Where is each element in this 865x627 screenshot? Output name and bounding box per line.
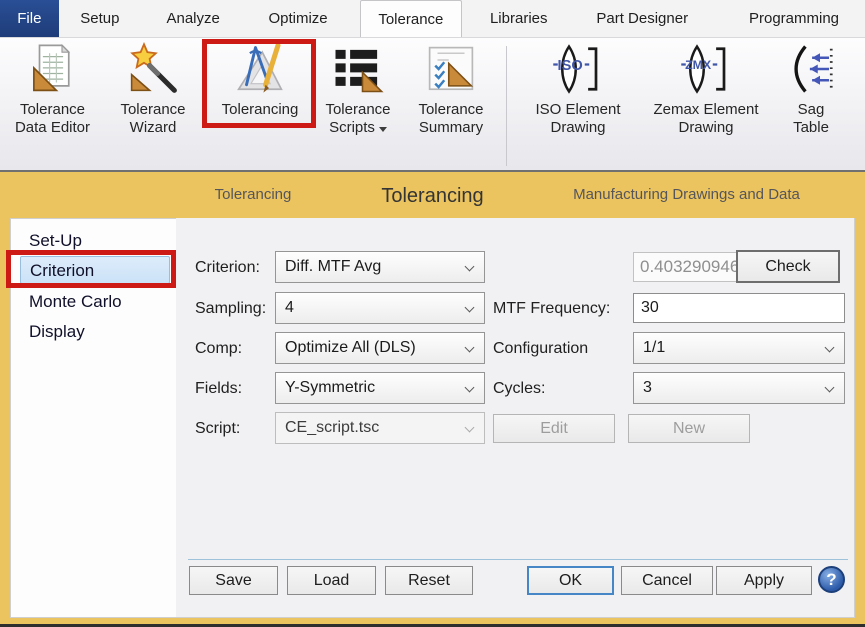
- comp-label: Comp:: [195, 340, 242, 358]
- chevron-down-icon: [825, 343, 835, 353]
- tab-optimize[interactable]: Optimize: [256, 0, 339, 37]
- ribbon-button-label: Drawing: [678, 119, 733, 137]
- load-button[interactable]: Load: [287, 566, 376, 595]
- mtf-frequency-input[interactable]: [633, 293, 845, 323]
- reset-button[interactable]: Reset: [385, 566, 473, 595]
- tolerance-scripts-icon: [331, 42, 385, 101]
- help-button[interactable]: ?: [818, 566, 845, 593]
- dialog-title: Tolerancing: [0, 172, 865, 218]
- tolerance-summary-icon: [424, 42, 478, 101]
- ribbon: Tolerance Data Editor Tolerance Wizard: [0, 38, 865, 172]
- sampling-label: Sampling:: [195, 300, 266, 318]
- ribbon-button-label: Tolerance: [20, 101, 85, 119]
- apply-button[interactable]: Apply: [716, 566, 812, 595]
- annotation-box-tolerancing: [202, 39, 316, 128]
- script-dropdown[interactable]: CE_script.tsc: [275, 412, 485, 444]
- tab-programming[interactable]: Programming: [723, 0, 865, 37]
- scripts-dropdown-arrow-icon: [379, 127, 387, 132]
- check-button[interactable]: Check: [736, 250, 840, 283]
- tab-setup[interactable]: Setup: [67, 0, 133, 37]
- configuration-label: Configuration: [493, 340, 588, 358]
- annotation-box-criterion: [6, 250, 176, 288]
- save-button[interactable]: Save: [189, 566, 278, 595]
- ribbon-button-label: Sag: [798, 101, 825, 119]
- chevron-down-icon: [465, 383, 475, 393]
- ribbon-button-label: Drawing: [550, 119, 605, 137]
- mtf-frequency-label: MTF Frequency:: [493, 300, 610, 318]
- comp-dropdown[interactable]: Optimize All (DLS): [275, 332, 485, 364]
- ribbon-button-label: Tolerance: [120, 101, 185, 119]
- ribbon-button-label: Tolerance: [325, 101, 390, 119]
- tab-analyze[interactable]: Analyze: [153, 0, 233, 37]
- cycles-dropdown[interactable]: 3: [633, 372, 845, 404]
- tolerance-wizard-icon: [126, 42, 180, 101]
- ribbon-button-label: Data Editor: [15, 119, 90, 137]
- chevron-down-icon: [465, 303, 475, 313]
- tab-libraries[interactable]: Libraries: [478, 0, 559, 37]
- ribbon-tab-bar: File Setup Analyze Optimize Tolerance Li…: [0, 0, 865, 38]
- iso-element-drawing-button[interactable]: ISO ISO Element Drawing: [512, 42, 644, 154]
- ribbon-group-separator: [506, 46, 507, 166]
- tolerance-data-editor-button[interactable]: Tolerance Data Editor: [2, 42, 103, 154]
- configuration-dropdown[interactable]: 1/1: [633, 332, 845, 364]
- ribbon-button-label: Table: [793, 119, 829, 137]
- cancel-button[interactable]: Cancel: [621, 566, 713, 595]
- tolerance-scripts-button[interactable]: Tolerance Scripts: [316, 42, 400, 154]
- tab-tolerance[interactable]: Tolerance: [360, 0, 462, 37]
- iso-element-drawing-icon: ISO: [551, 42, 605, 101]
- chevron-down-icon: [825, 383, 835, 393]
- new-button[interactable]: New: [628, 414, 750, 443]
- ok-button[interactable]: OK: [527, 566, 614, 595]
- chevron-down-icon: [465, 423, 475, 433]
- ribbon-button-label: Zemax Element: [653, 101, 758, 119]
- criterion-label: Criterion:: [195, 259, 260, 277]
- tolerance-summary-button[interactable]: Tolerance Summary: [400, 42, 502, 154]
- ribbon-button-label: Scripts: [329, 119, 387, 137]
- tolerance-wizard-button[interactable]: Tolerance Wizard: [104, 42, 202, 154]
- script-label: Script:: [195, 420, 240, 438]
- cycles-label: Cycles:: [493, 380, 545, 398]
- tolerance-data-editor-icon: [26, 42, 80, 101]
- ribbon-button-label: Tolerance: [418, 101, 483, 119]
- chevron-down-icon: [465, 343, 475, 353]
- ribbon-button-label: ISO Element: [535, 101, 620, 119]
- tab-part-designer[interactable]: Part Designer: [585, 0, 699, 37]
- sidebar-item-display[interactable]: Display: [20, 318, 170, 346]
- zemax-element-drawing-button[interactable]: ZMX Zemax Element Drawing: [644, 42, 768, 154]
- svg-text:ZMX: ZMX: [685, 58, 712, 72]
- fields-label: Fields:: [195, 380, 242, 398]
- ribbon-button-label: Summary: [419, 119, 483, 137]
- criterion-dropdown[interactable]: Diff. MTF Avg: [275, 251, 485, 283]
- footer-separator: [188, 559, 848, 560]
- fields-dropdown[interactable]: Y-Symmetric: [275, 372, 485, 404]
- sampling-dropdown[interactable]: 4: [275, 292, 485, 324]
- sag-table-button[interactable]: Sag Table: [772, 42, 850, 154]
- edit-button[interactable]: Edit: [493, 414, 615, 443]
- chevron-down-icon: [465, 262, 475, 272]
- svg-text:ISO: ISO: [558, 58, 583, 74]
- sidebar-item-monte-carlo[interactable]: Monte Carlo: [20, 288, 170, 316]
- tab-file[interactable]: File: [0, 0, 59, 37]
- zemax-element-drawing-icon: ZMX: [679, 42, 733, 101]
- ribbon-button-label: Wizard: [130, 119, 177, 137]
- sag-table-icon: [784, 42, 838, 101]
